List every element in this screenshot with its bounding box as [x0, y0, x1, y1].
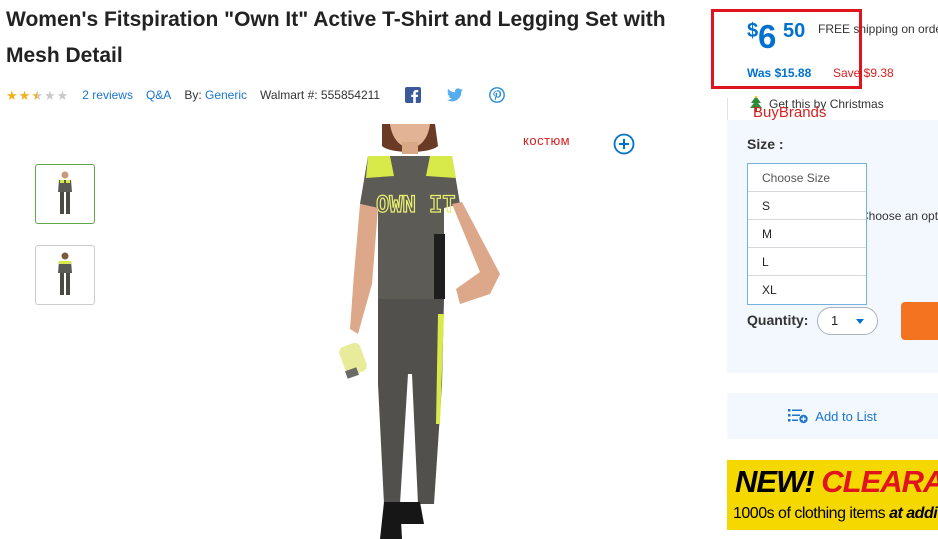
product-thumbnail-front[interactable]	[35, 164, 95, 224]
product-title: Women's Fitspiration "Own It" Active T-S…	[6, 8, 666, 67]
empty-star-icon: ★	[43, 87, 56, 103]
size-option-xl[interactable]: XL	[748, 276, 866, 304]
caret-down-icon	[856, 319, 864, 324]
shirt-print-text: OWN IT	[376, 193, 455, 218]
rating-stars[interactable]: ★ ★ ★ ★ ★	[6, 89, 68, 102]
qa-link[interactable]: Q&A	[146, 88, 171, 102]
brand-link[interactable]: Generic	[205, 88, 247, 102]
size-label: Size :	[747, 136, 784, 152]
size-option-s[interactable]: S	[748, 192, 866, 220]
brand-line: By: Generic	[184, 88, 247, 102]
thumbnail-image	[58, 171, 72, 214]
twitter-icon[interactable]	[447, 87, 464, 103]
banner-new-text: NEW!	[735, 464, 815, 499]
clearance-headline: NEW! CLEARANCE	[735, 464, 938, 500]
zoom-in-icon[interactable]	[613, 133, 635, 155]
quantity-select[interactable]: 1	[817, 307, 878, 335]
overlay-buybrands-label: BuyBrands	[753, 104, 827, 121]
size-option-placeholder[interactable]: Choose Size	[748, 164, 866, 192]
banner-clearance-text: CLEARANCE	[821, 464, 938, 499]
add-to-list-button[interactable]: Add to List	[727, 393, 938, 439]
banner-sub-emphasis: at additional	[889, 505, 938, 522]
by-label: By:	[184, 88, 202, 102]
product-thumbnail-back[interactable]	[35, 245, 95, 305]
product-meta-row: ★ ★ ★ ★ ★ 2 reviews Q&A By: Generic Walm…	[6, 86, 519, 104]
thumbnail-image	[58, 252, 72, 295]
reviews-link[interactable]: 2 reviews	[82, 88, 133, 102]
size-helper-text: Choose an option	[860, 209, 938, 223]
clearance-banner[interactable]: NEW! CLEARANCE 1000s of clothing items a…	[727, 460, 938, 530]
size-option-m[interactable]: M	[748, 220, 866, 248]
banner-sub-text: 1000s of clothing items	[733, 505, 886, 522]
star-icon: ★	[6, 87, 18, 103]
overlay-kostyum-label: костюм	[523, 133, 571, 148]
walmart-number: Walmart #: 555854211	[260, 88, 381, 102]
add-to-cart-button[interactable]	[901, 302, 938, 340]
clearance-subline: 1000s of clothing items at additional	[733, 505, 938, 523]
quantity-label: Quantity:	[747, 312, 809, 328]
star-icon: ★	[18, 87, 31, 103]
pinterest-icon[interactable]	[489, 87, 506, 103]
price-highlight-box	[711, 9, 862, 89]
quantity-value: 1	[831, 313, 839, 328]
half-star-icon: ★	[31, 87, 43, 103]
facebook-icon[interactable]	[405, 87, 422, 103]
size-option-l[interactable]: L	[748, 248, 866, 276]
size-dropdown[interactable]: Choose Size S M L XL	[747, 163, 867, 305]
empty-star-icon: ★	[56, 87, 69, 103]
add-to-list-icon	[788, 409, 808, 424]
add-to-list-label: Add to List	[815, 408, 877, 424]
main-product-image[interactable]: OWN IT	[320, 124, 520, 539]
